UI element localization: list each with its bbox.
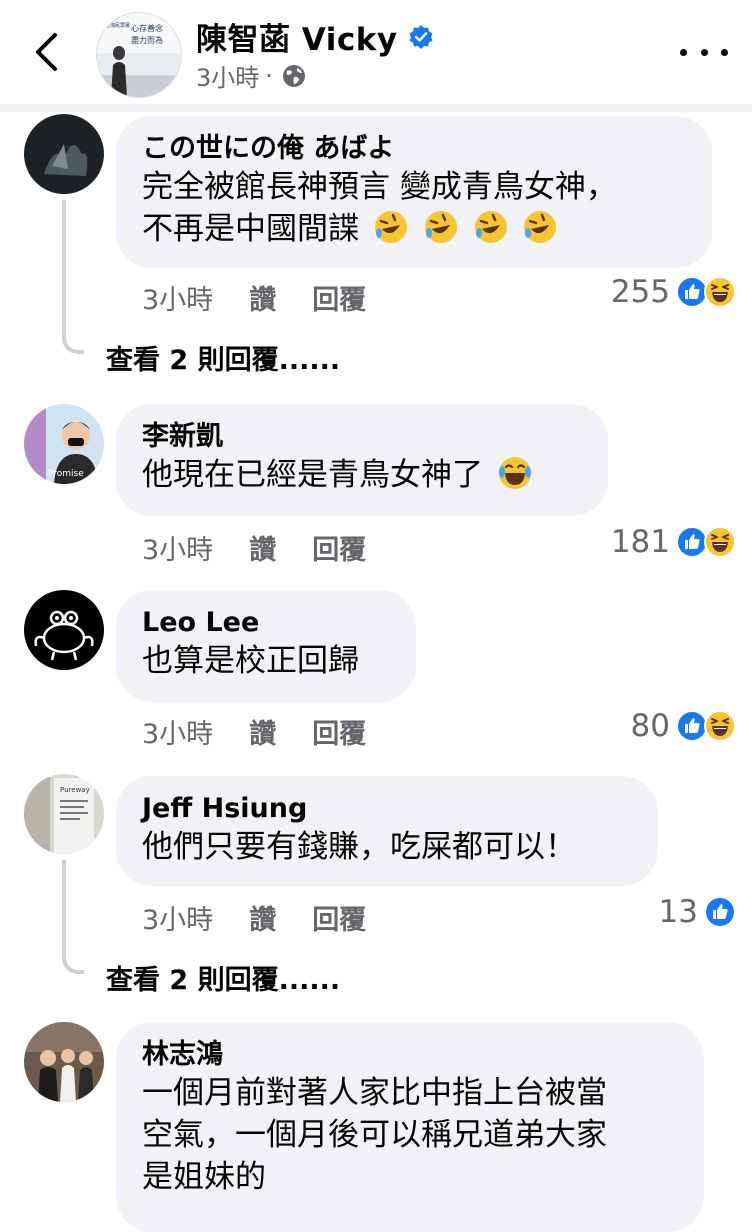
back-button[interactable] [22, 28, 70, 76]
comment-text-line: 是姐妹的 [142, 1159, 266, 1195]
view-replies-link[interactable]: 查看 2 則回覆...... [106, 958, 340, 997]
post-header: 心存善念 盡力而為 台灣民眾黨 陳智菡 Vicky 3小時 · [0, 0, 752, 104]
commenter-avatar[interactable]: Pureway [24, 774, 104, 854]
reaction-summary[interactable]: 255 [611, 274, 736, 310]
comment-author[interactable]: この世にの俺 あばよ [142, 132, 686, 166]
rofl-emoji-icon [374, 211, 407, 243]
comment-text-line: 完全被館長神預言 變成青鳥女神， [142, 169, 617, 205]
avatar-overlay-text: Pureway [60, 786, 90, 794]
rofl-emoji-icon [424, 211, 457, 243]
comment-text: 他們只要有錢賺，吃屎都可以！ [142, 829, 576, 865]
comment-time[interactable]: 3小時 [142, 898, 213, 937]
view-replies-link[interactable]: 查看 2 則回覆...... [106, 338, 340, 377]
post-time[interactable]: 3小時 [196, 58, 259, 93]
comment-text: 也算是校正回歸 [142, 643, 359, 679]
thread-connector [62, 332, 84, 354]
like-button[interactable]: 讚 [249, 898, 276, 937]
thread-connector [62, 952, 84, 974]
comment-author[interactable]: 林志鴻 [142, 1038, 678, 1072]
reply-button[interactable]: 回覆 [312, 712, 366, 751]
like-reaction-icon [704, 896, 736, 928]
like-button[interactable]: 讚 [249, 712, 276, 751]
comment-bubble: この世にの俺 あばよ 完全被館長神預言 變成青鳥女神， 不再是中國間諜 [116, 116, 712, 268]
reaction-summary[interactable]: 80 [631, 708, 736, 744]
comment-author[interactable]: 李新凱 [142, 420, 582, 454]
comment-text: 他現在已經是青鳥女神了 [142, 457, 483, 493]
reaction-count: 13 [658, 894, 698, 930]
thread-line [62, 860, 66, 952]
avatar-sign-text-3: 台灣民眾黨 [105, 22, 130, 29]
commenter-avatar[interactable] [24, 590, 104, 670]
rofl-emoji-icon [524, 211, 557, 243]
comment-bubble: Jeff Hsiung 他們只要有錢賺，吃屎都可以！ [116, 776, 658, 886]
globe-icon [282, 64, 305, 87]
more-dot-icon [700, 48, 708, 56]
comment-text-line: 一個月前對著人家比中指上台被當 [142, 1075, 607, 1111]
haha-reaction-icon [704, 710, 736, 742]
reaction-summary[interactable]: 181 [611, 524, 736, 560]
comment-bubble: Leo Lee 也算是校正回歸 [116, 590, 416, 702]
reply-button[interactable]: 回覆 [312, 898, 366, 937]
commenter-avatar[interactable] [24, 114, 104, 194]
reply-button[interactable]: 回覆 [312, 278, 366, 317]
verified-badge-icon [409, 24, 433, 49]
rofl-emoji-icon [474, 211, 507, 243]
comment-time[interactable]: 3小時 [142, 528, 213, 567]
comment-actions: 3小時 讚 回覆 [142, 278, 402, 317]
haha-reaction-icon [704, 276, 736, 308]
comment-actions: 3小時 讚 回覆 [142, 528, 402, 567]
comment-time[interactable]: 3小時 [142, 278, 213, 317]
commenter-avatar[interactable] [24, 1022, 104, 1102]
comment-author[interactable]: Leo Lee [142, 606, 390, 640]
page-avatar[interactable]: 心存善念 盡力而為 台灣民眾黨 [96, 12, 182, 98]
header-divider [0, 104, 752, 112]
comment-text: 不再是中國間諜 [142, 211, 359, 247]
page-name-text: 陳智菡 Vicky [196, 22, 398, 58]
avatar-sign-text-1: 心存善念 [131, 23, 163, 33]
comment-bubble: 李新凱 他現在已經是青鳥女神了 [116, 404, 608, 516]
comment-actions: 3小時 讚 回覆 [142, 712, 402, 751]
reaction-count: 255 [610, 274, 670, 310]
like-button[interactable]: 讚 [249, 528, 276, 567]
avatar-sign-text-2: 盡力而為 [131, 35, 163, 45]
more-dot-icon [721, 48, 728, 56]
more-dot-icon [680, 48, 687, 56]
comment-time[interactable]: 3小時 [142, 712, 213, 751]
avatar-overlay-text: Promise [48, 469, 84, 479]
comment-actions: 3小時 讚 回覆 [142, 898, 402, 937]
haha-reaction-icon [704, 526, 736, 558]
comment-text-line: 他現在已經是青鳥女神了 [142, 454, 582, 496]
meta-separator: · [265, 61, 273, 90]
comment-text-line: 不再是中國間諜 [142, 208, 686, 250]
post-meta: 3小時 · [196, 58, 307, 93]
more-options-button[interactable] [680, 36, 728, 68]
like-button[interactable]: 讚 [249, 278, 276, 317]
comment-text-line: 空氣，一個月後可以稱兄道弟大家 [142, 1117, 607, 1153]
commenter-avatar[interactable]: Promise [24, 404, 104, 484]
comment-bubble: 林志鴻 一個月前對著人家比中指上台被當 空氣，一個月後可以稱兄道弟大家 是姐妹的 [116, 1022, 704, 1232]
reaction-count: 181 [610, 524, 670, 560]
reaction-summary[interactable]: 13 [659, 894, 736, 930]
page-name[interactable]: 陳智菡 Vicky [196, 14, 434, 59]
thread-line [62, 200, 66, 332]
reaction-count: 80 [630, 708, 670, 744]
chevron-left-icon [36, 33, 57, 71]
comment-author[interactable]: Jeff Hsiung [142, 792, 632, 826]
reply-button[interactable]: 回覆 [312, 528, 366, 567]
tears-of-joy-emoji-icon [498, 457, 531, 489]
